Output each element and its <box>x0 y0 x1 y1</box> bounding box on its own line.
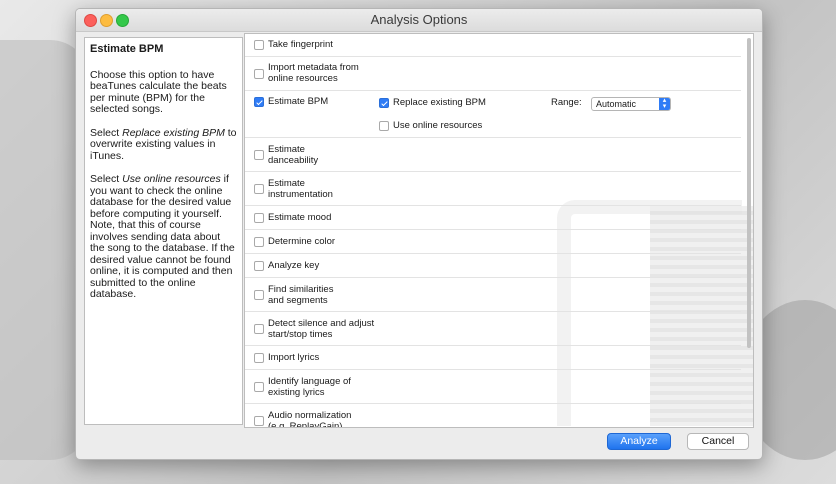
options-scrollbar[interactable] <box>747 38 751 348</box>
checkbox-replace-existing-bpm[interactable] <box>379 98 389 108</box>
checkbox-take-fingerprint[interactable] <box>254 40 264 50</box>
checkbox-estimate-mood[interactable] <box>254 213 264 223</box>
option-label: Determine color <box>268 236 336 247</box>
range-select-value: Automatic <box>596 99 637 109</box>
chevron-updown-icon: ▴ ▾ <box>659 97 670 110</box>
option-row-analyze-key[interactable]: Analyze key <box>245 254 741 278</box>
minimize-window-button[interactable] <box>100 14 113 27</box>
option-row-import-lyrics[interactable]: Import lyrics <box>245 346 741 370</box>
option-label: Analyze key <box>268 260 320 271</box>
replace-existing-bpm-label: Replace existing BPM <box>393 97 486 108</box>
help-text: if you want to check the online database… <box>90 173 235 300</box>
checkbox-estimate-danceability[interactable] <box>254 150 264 160</box>
option-label: Estimate mood <box>268 212 332 223</box>
checkbox-import-metadata[interactable] <box>254 69 264 79</box>
option-label: Estimate danceability <box>268 144 319 166</box>
help-emphasis: Use online resources <box>122 173 221 185</box>
option-row-find-similarities[interactable]: Find similarities and segments <box>245 278 741 312</box>
help-emphasis: Replace existing BPM <box>122 126 225 139</box>
close-window-button[interactable] <box>84 14 97 27</box>
help-panel: Estimate BPM Choose this option to have … <box>84 37 243 425</box>
help-paragraph-intro: Choose this option to have beaTunes calc… <box>90 68 227 115</box>
option-row-estimate-bpm[interactable]: Estimate BPM Replace existing BPM Use on… <box>245 91 741 138</box>
option-label: Estimate instrumentation <box>268 178 333 200</box>
checkbox-detect-silence[interactable] <box>254 324 264 334</box>
title-bar: Analysis Options <box>76 9 762 32</box>
option-row-estimate-danceability[interactable]: Estimate danceability <box>245 138 741 172</box>
checkbox-find-similarities[interactable] <box>254 290 264 300</box>
options-panel[interactable]: Take fingerprint Import metadata from on… <box>244 33 754 428</box>
option-row-import-metadata[interactable]: Import metadata from online resources <box>245 57 741 91</box>
window-title: Analysis Options <box>370 12 468 27</box>
option-label: Audio normalization (e.g. ReplayGain) <box>268 410 352 428</box>
checkbox-audio-normalization[interactable] <box>254 416 264 426</box>
checkbox-analyze-key[interactable] <box>254 261 264 271</box>
analyze-button[interactable]: Analyze <box>607 433 671 450</box>
help-title: Estimate BPM <box>90 43 164 55</box>
maximize-window-button[interactable] <box>116 14 129 27</box>
option-label: Detect silence and adjust start/stop tim… <box>268 318 375 340</box>
option-row-identify-language[interactable]: Identify language of existing lyrics <box>245 370 741 404</box>
analysis-options-dialog: Analysis Options Estimate BPM Choose thi… <box>75 8 763 460</box>
option-row-estimate-instrumentation[interactable]: Estimate instrumentation <box>245 172 741 206</box>
help-text: Select <box>90 173 123 185</box>
use-online-resources-label: Use online resources <box>393 120 483 131</box>
option-label: Take fingerprint <box>268 39 333 50</box>
range-select[interactable]: Automatic ▴ ▾ <box>591 97 671 111</box>
option-label: Find similarities and segments <box>268 284 334 306</box>
help-paragraph-replace: Select Replace existing BPM to overwrite… <box>90 126 237 163</box>
option-row-estimate-mood[interactable]: Estimate mood <box>245 206 741 230</box>
checkbox-use-online-resources[interactable] <box>379 121 389 131</box>
option-row-determine-color[interactable]: Determine color <box>245 230 741 254</box>
option-label: Identify language of existing lyrics <box>268 376 351 398</box>
option-row-take-fingerprint[interactable]: Take fingerprint <box>245 34 741 57</box>
option-label: Estimate BPM <box>268 96 329 107</box>
checkbox-identify-language[interactable] <box>254 382 264 392</box>
checkbox-estimate-instrumentation[interactable] <box>254 184 264 194</box>
checkbox-import-lyrics[interactable] <box>254 353 264 363</box>
option-label: Import metadata from online resources <box>268 62 359 84</box>
option-row-audio-normalization[interactable]: Audio normalization (e.g. ReplayGain) <box>245 404 741 428</box>
cancel-button[interactable]: Cancel <box>687 433 749 450</box>
option-row-detect-silence[interactable]: Detect silence and adjust start/stop tim… <box>245 312 741 346</box>
checkbox-estimate-bpm[interactable] <box>254 97 264 107</box>
option-label: Import lyrics <box>268 352 320 363</box>
range-label: Range: <box>551 97 582 108</box>
help-paragraph-online: Select Use online resources if you want … <box>90 173 237 301</box>
help-text: Select <box>90 126 123 139</box>
checkbox-determine-color[interactable] <box>254 237 264 247</box>
